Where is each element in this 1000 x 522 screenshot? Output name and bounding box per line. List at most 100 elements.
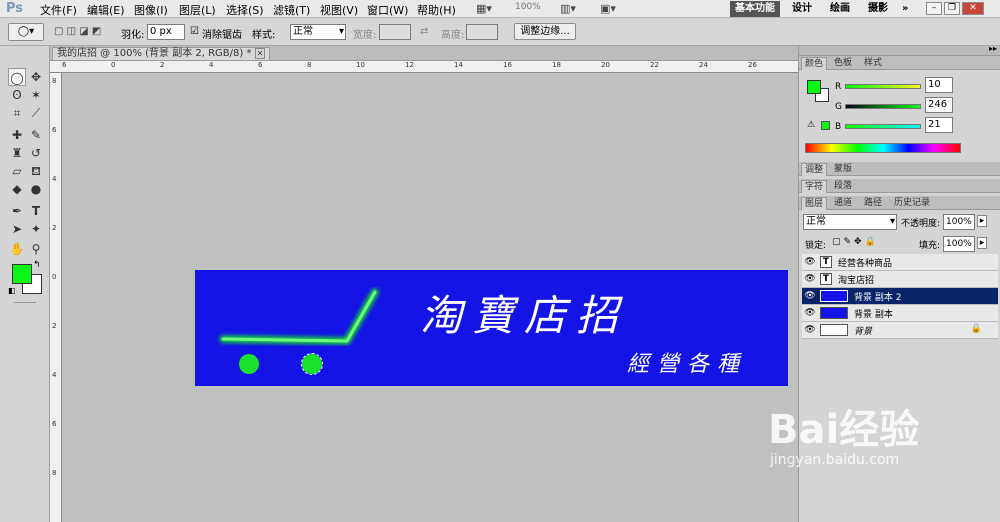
gamut-swatch[interactable] <box>821 121 830 130</box>
ruler-tick-label: 26 <box>748 61 757 69</box>
fill-input[interactable]: 100% <box>943 236 975 252</box>
workspace-photography[interactable]: 摄影 <box>863 1 893 17</box>
type-tool-icon[interactable]: T <box>27 202 45 220</box>
tab-paths[interactable]: 路径 <box>861 197 885 210</box>
ruler-tick-label: 4 <box>209 61 214 69</box>
tab-swatches[interactable]: 色板 <box>831 57 855 70</box>
layer-row-bg-copy[interactable]: 👁 背景 副本 <box>802 305 998 322</box>
screen-mode-icon[interactable]: ▦▾ <box>476 2 492 15</box>
pen-tool-icon[interactable]: ✒ <box>8 202 26 220</box>
swap-icon[interactable]: ⇄ <box>420 26 428 37</box>
menu-edit[interactable]: 编辑(E) <box>87 2 125 18</box>
tab-masks[interactable]: 蒙版 <box>831 163 855 176</box>
layer-row-text-shop[interactable]: 👁 T 淘宝店招 <box>802 271 998 288</box>
ruler-tick-label: 16 <box>503 61 512 69</box>
color-fg-swatch[interactable] <box>807 80 821 94</box>
refine-edge-button[interactable]: 调整边缘... <box>514 23 576 40</box>
history-brush-icon[interactable]: ↺ <box>27 144 45 162</box>
restore-icon[interactable]: ❐ <box>944 2 960 15</box>
b-input[interactable]: 21 <box>925 117 953 133</box>
document-tab[interactable]: 我的店招 @ 100% (背景 副本 2, RGB/8) * ✕ <box>52 47 271 61</box>
gamut-warning-icon[interactable]: ⚠ <box>807 120 815 130</box>
move-tool-icon[interactable]: ✥ <box>27 68 45 86</box>
selection-mode-icons[interactable]: ▢ ◫ ◪ ◩ <box>54 26 101 37</box>
menu-window[interactable]: 窗口(W) <box>367 2 408 18</box>
workspace-design[interactable]: 设计 <box>787 1 817 17</box>
shape-tool-icon[interactable]: ✦ <box>27 220 45 238</box>
brush-tool-icon[interactable]: ✎ <box>27 126 45 144</box>
cart-wheel-right-selected[interactable] <box>301 353 323 375</box>
menu-file[interactable]: 文件(F) <box>40 2 77 18</box>
eyedropper-icon[interactable]: ⟋ <box>27 104 45 122</box>
marquee-tool-icon[interactable]: ◯ <box>8 68 26 86</box>
height-input[interactable] <box>466 24 498 40</box>
r-input[interactable]: 10 <box>925 77 953 93</box>
clone-stamp-icon[interactable]: ♜ <box>8 144 26 162</box>
screen-icon[interactable]: ▣▾ <box>600 2 616 15</box>
opacity-input[interactable]: 100% <box>943 214 975 230</box>
dodge-tool-icon[interactable]: ● <box>27 180 45 198</box>
workspace-more[interactable]: » <box>897 1 913 17</box>
blur-tool-icon[interactable]: ◆ <box>8 180 26 198</box>
path-select-icon[interactable]: ➤ <box>8 220 26 238</box>
eye-icon[interactable]: 👁 <box>804 308 816 319</box>
layer-row-background[interactable]: 👁 背景 🔒 <box>802 322 998 339</box>
eye-icon[interactable]: 👁 <box>804 274 816 285</box>
layer-row-text-products[interactable]: 👁 T 经营各种商品 <box>802 254 998 271</box>
g-input[interactable]: 246 <box>925 97 953 113</box>
feather-input[interactable]: 0 px <box>147 24 185 40</box>
fill-arrow-icon[interactable]: ▸ <box>977 237 987 249</box>
tab-layers[interactable]: 图层 <box>801 197 828 210</box>
paint-bucket-icon[interactable]: ⛾ <box>27 162 45 180</box>
width-input[interactable] <box>379 24 411 40</box>
menu-view[interactable]: 视图(V) <box>320 2 358 18</box>
workspace-painting[interactable]: 绘画 <box>825 1 855 17</box>
tab-channels[interactable]: 通道 <box>831 197 855 210</box>
layer-row-bg-copy-2[interactable]: 👁 背景 副本 2 <box>802 288 998 305</box>
workspace-essentials[interactable]: 基本功能 <box>730 1 780 17</box>
eraser-icon[interactable]: ▱ <box>8 162 26 180</box>
collapse-icon[interactable]: ▸▸ <box>989 44 997 53</box>
tab-history[interactable]: 历史记录 <box>891 197 933 210</box>
default-colors-icon[interactable]: ◧ <box>8 286 16 295</box>
lasso-tool-icon[interactable]: ʘ <box>8 86 26 104</box>
tab-color[interactable]: 颜色 <box>801 57 828 70</box>
menu-filter[interactable]: 滤镜(T) <box>273 2 310 18</box>
foreground-color-swatch[interactable] <box>12 264 32 284</box>
tab-styles[interactable]: 样式 <box>861 57 885 70</box>
menu-layer[interactable]: 图层(L) <box>179 2 216 18</box>
tab-adjustments[interactable]: 调整 <box>801 163 828 176</box>
adjust-panel-tabs: 调整 蒙版 <box>799 162 1000 176</box>
document-tab-bar: 我的店招 @ 100% (背景 副本 2, RGB/8) * ✕ <box>50 46 798 61</box>
antialias-checkbox[interactable]: ☑ <box>190 26 199 37</box>
tab-paragraph[interactable]: 段落 <box>831 180 855 193</box>
menu-select[interactable]: 选择(S) <box>226 2 264 18</box>
close-icon[interactable]: ✕ <box>962 2 984 15</box>
banner-layer[interactable]: 淘寶店招 經營各種 <box>195 270 788 386</box>
opacity-arrow-icon[interactable]: ▸ <box>977 215 987 227</box>
style-select[interactable]: 正常 ▾ <box>290 24 346 40</box>
ellipse-marquee-icon[interactable]: ◯▾ <box>8 23 44 41</box>
zoom-level[interactable]: 100% <box>515 2 541 12</box>
eye-icon[interactable]: 👁 <box>804 257 816 268</box>
lock-icons[interactable]: ▢✎✥🔒 <box>832 237 879 247</box>
minimize-icon[interactable]: – <box>926 2 942 15</box>
color-spectrum-bar[interactable] <box>805 143 961 153</box>
tab-character[interactable]: 字符 <box>801 180 828 193</box>
magic-wand-icon[interactable]: ✶ <box>27 86 45 104</box>
r-slider[interactable] <box>845 84 921 89</box>
crop-tool-icon[interactable]: ⌗ <box>8 104 26 122</box>
swap-colors-icon[interactable]: ↰ <box>33 260 41 270</box>
eye-icon[interactable]: 👁 <box>804 291 816 302</box>
blend-mode-select[interactable]: 正常 ▾ <box>803 214 897 230</box>
arrange-icon[interactable]: ▥▾ <box>560 2 576 15</box>
close-tab-icon[interactable]: ✕ <box>254 48 266 59</box>
g-slider[interactable] <box>845 104 921 109</box>
zoom-tool-icon[interactable]: ⚲ <box>27 240 45 258</box>
menu-image[interactable]: 图像(I) <box>134 2 168 18</box>
b-slider[interactable] <box>845 124 921 129</box>
hand-tool-icon[interactable]: ✋ <box>8 240 26 258</box>
healing-brush-icon[interactable]: ✚ <box>8 126 26 144</box>
menu-help[interactable]: 帮助(H) <box>417 2 456 18</box>
eye-icon[interactable]: 👁 <box>804 325 816 336</box>
